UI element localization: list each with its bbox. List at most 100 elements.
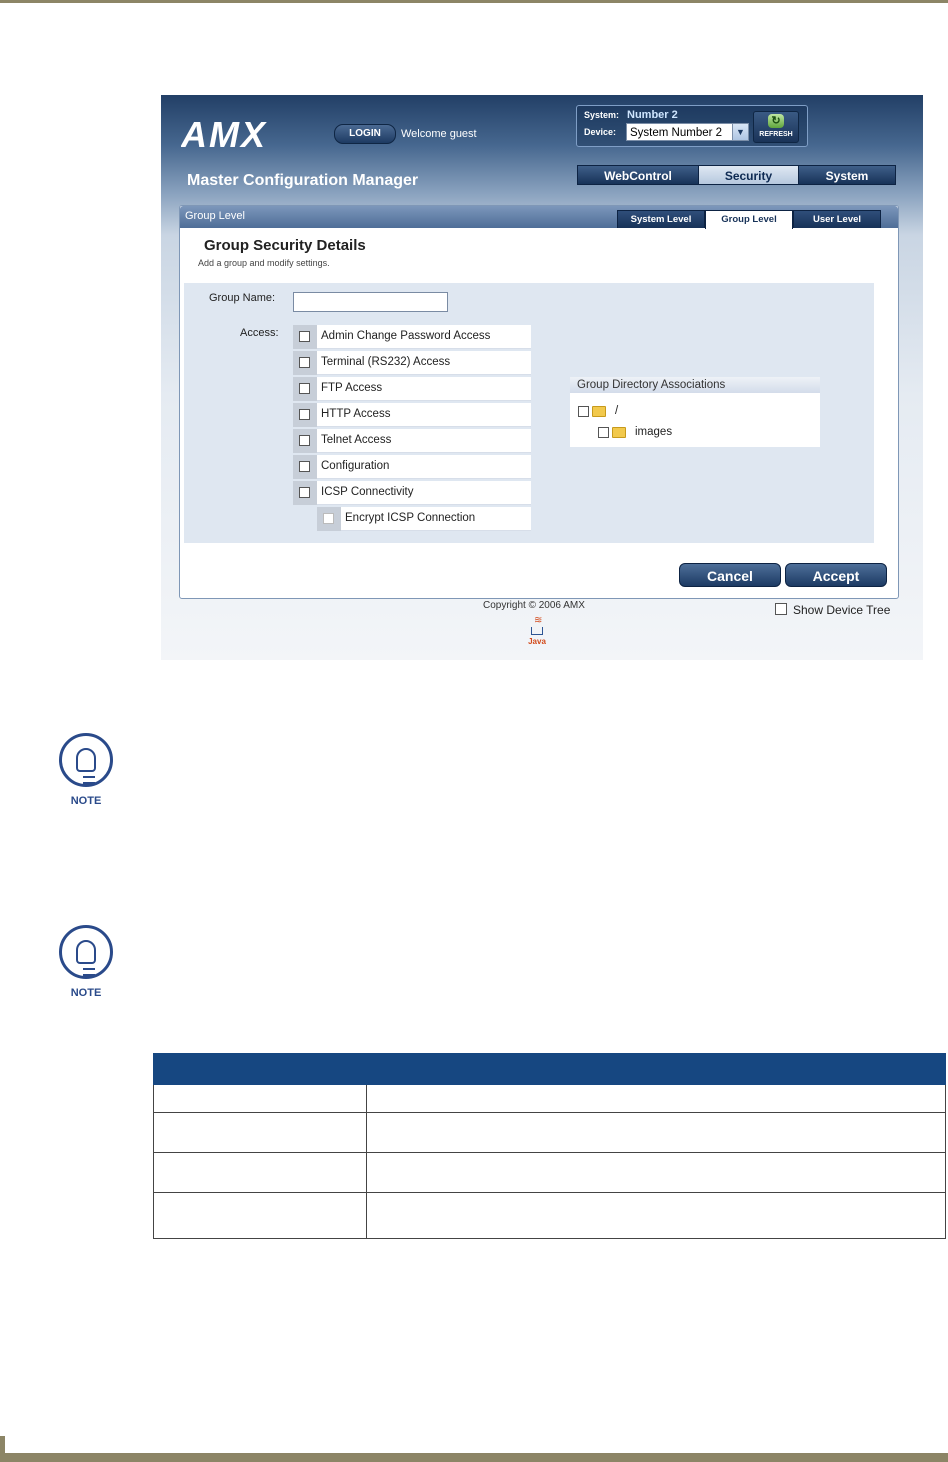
cancel-button[interactable]: Cancel bbox=[679, 563, 781, 587]
table-row bbox=[153, 1152, 946, 1193]
checkbox-cell bbox=[293, 351, 317, 375]
checkbox[interactable] bbox=[299, 435, 310, 446]
note-icon: NOTE bbox=[56, 733, 116, 811]
access-item-ftp[interactable]: FTP Access bbox=[293, 377, 531, 401]
table-row bbox=[153, 1192, 946, 1239]
directory-checkbox[interactable] bbox=[578, 406, 589, 417]
checkbox[interactable] bbox=[299, 409, 310, 420]
table-cell bbox=[366, 1192, 946, 1239]
access-item-label: Admin Change Password Access bbox=[321, 330, 491, 342]
java-logo: ≋ Java bbox=[528, 615, 546, 651]
chevron-down-icon[interactable]: ▼ bbox=[732, 124, 748, 140]
table-cell bbox=[153, 1112, 367, 1153]
access-item-http[interactable]: HTTP Access bbox=[293, 403, 531, 427]
panel-title: Group Level bbox=[185, 210, 245, 222]
access-item-label: HTTP Access bbox=[321, 408, 391, 420]
system-label: System: bbox=[584, 110, 620, 120]
checkbox-cell bbox=[293, 377, 317, 401]
device-select-value: System Number 2 bbox=[630, 127, 723, 139]
access-item-configuration[interactable]: Configuration bbox=[293, 455, 531, 479]
amx-logo: AMX bbox=[181, 117, 267, 151]
system-value: Number 2 bbox=[627, 109, 678, 121]
table-cell bbox=[153, 1192, 367, 1239]
access-item-admin-password[interactable]: Admin Change Password Access bbox=[293, 325, 531, 349]
java-label: Java bbox=[528, 637, 546, 646]
checkbox[interactable] bbox=[299, 461, 310, 472]
copyright-text: Copyright © 2006 AMX bbox=[483, 600, 585, 611]
access-item-label: Telnet Access bbox=[321, 434, 392, 446]
access-item-label: ICSP Connectivity bbox=[321, 486, 414, 498]
checkbox[interactable] bbox=[299, 383, 310, 394]
directory-item-root[interactable]: / bbox=[615, 405, 618, 417]
table-header-cell bbox=[153, 1053, 946, 1085]
checkbox[interactable] bbox=[323, 513, 334, 524]
note-label: NOTE bbox=[70, 795, 102, 807]
checkbox-cell bbox=[293, 481, 317, 505]
tab-system-level[interactable]: System Level bbox=[617, 210, 705, 228]
bulb-base bbox=[83, 968, 95, 976]
table-row bbox=[153, 1084, 946, 1113]
login-button[interactable]: LOGIN bbox=[334, 124, 396, 144]
java-cup-icon bbox=[531, 627, 543, 635]
directory-checkbox[interactable] bbox=[598, 427, 609, 438]
group-directory-associations: Group Directory Associations / images bbox=[570, 377, 820, 447]
bulb-glass bbox=[76, 940, 96, 964]
group-name-input[interactable] bbox=[293, 292, 448, 312]
tab-security[interactable]: Security bbox=[698, 165, 799, 185]
table-cell bbox=[153, 1084, 367, 1113]
note-label: NOTE bbox=[70, 987, 102, 999]
app-title: Master Configuration Manager bbox=[187, 172, 419, 189]
table-row bbox=[153, 1112, 946, 1153]
refresh-icon: ↻ bbox=[768, 114, 784, 128]
access-item-terminal[interactable]: Terminal (RS232) Access bbox=[293, 351, 531, 375]
panel-header: Group Level System Level Group Level Use… bbox=[180, 206, 898, 229]
group-name-label: Group Name: bbox=[209, 292, 276, 304]
table-header-row bbox=[153, 1053, 946, 1085]
refresh-label: REFRESH bbox=[759, 131, 793, 138]
show-device-tree-checkbox[interactable] bbox=[775, 603, 787, 615]
checkbox-cell bbox=[293, 403, 317, 427]
checkbox[interactable] bbox=[299, 331, 310, 342]
directory-item-images[interactable]: images bbox=[635, 426, 672, 438]
access-item-icsp[interactable]: ICSP Connectivity bbox=[293, 481, 531, 505]
tab-group-level[interactable]: Group Level bbox=[705, 210, 793, 229]
svg-text:AMX: AMX bbox=[181, 117, 267, 151]
lightbulb-icon bbox=[59, 733, 113, 787]
folder-icon bbox=[592, 406, 606, 417]
table-cell bbox=[153, 1152, 367, 1193]
access-item-encrypt-icsp[interactable]: Encrypt ICSP Connection bbox=[317, 507, 531, 531]
refresh-button[interactable]: ↻ REFRESH bbox=[753, 111, 799, 143]
tab-user-level[interactable]: User Level bbox=[793, 210, 881, 228]
tab-webcontrol[interactable]: WebControl bbox=[577, 165, 699, 185]
checkbox-cell bbox=[293, 429, 317, 453]
checkbox[interactable] bbox=[299, 357, 310, 368]
bottom-rule bbox=[0, 1453, 948, 1462]
device-select[interactable]: System Number 2 ▼ bbox=[626, 123, 749, 141]
access-item-label: FTP Access bbox=[321, 382, 383, 394]
show-device-tree-label: Show Device Tree bbox=[793, 603, 891, 617]
checkbox-cell bbox=[293, 325, 317, 349]
access-item-label: Terminal (RS232) Access bbox=[321, 356, 451, 368]
checkbox[interactable] bbox=[299, 487, 310, 498]
table-cell bbox=[366, 1084, 946, 1113]
panel-heading: Group Security Details bbox=[204, 237, 366, 254]
accept-button[interactable]: Accept bbox=[785, 563, 887, 587]
access-item-telnet[interactable]: Telnet Access bbox=[293, 429, 531, 453]
directory-header: Group Directory Associations bbox=[570, 377, 820, 393]
welcome-text: Welcome guest bbox=[401, 128, 477, 140]
note-icon: NOTE bbox=[56, 925, 116, 1003]
checkbox-cell bbox=[317, 507, 341, 531]
lightbulb-icon bbox=[59, 925, 113, 979]
java-steam-icon: ≋ bbox=[534, 615, 543, 626]
checkbox-cell bbox=[293, 455, 317, 479]
master-config-screenshot: AMX LOGIN Welcome guest System: Number 2… bbox=[161, 95, 923, 660]
table-cell bbox=[366, 1152, 946, 1193]
security-table bbox=[153, 1053, 946, 1239]
access-item-label: Configuration bbox=[321, 460, 390, 472]
tab-system[interactable]: System bbox=[798, 165, 896, 185]
device-label: Device: bbox=[584, 127, 617, 137]
folder-icon bbox=[612, 427, 626, 438]
top-rule bbox=[0, 0, 948, 3]
access-label: Access: bbox=[240, 327, 279, 339]
table-cell bbox=[366, 1112, 946, 1153]
